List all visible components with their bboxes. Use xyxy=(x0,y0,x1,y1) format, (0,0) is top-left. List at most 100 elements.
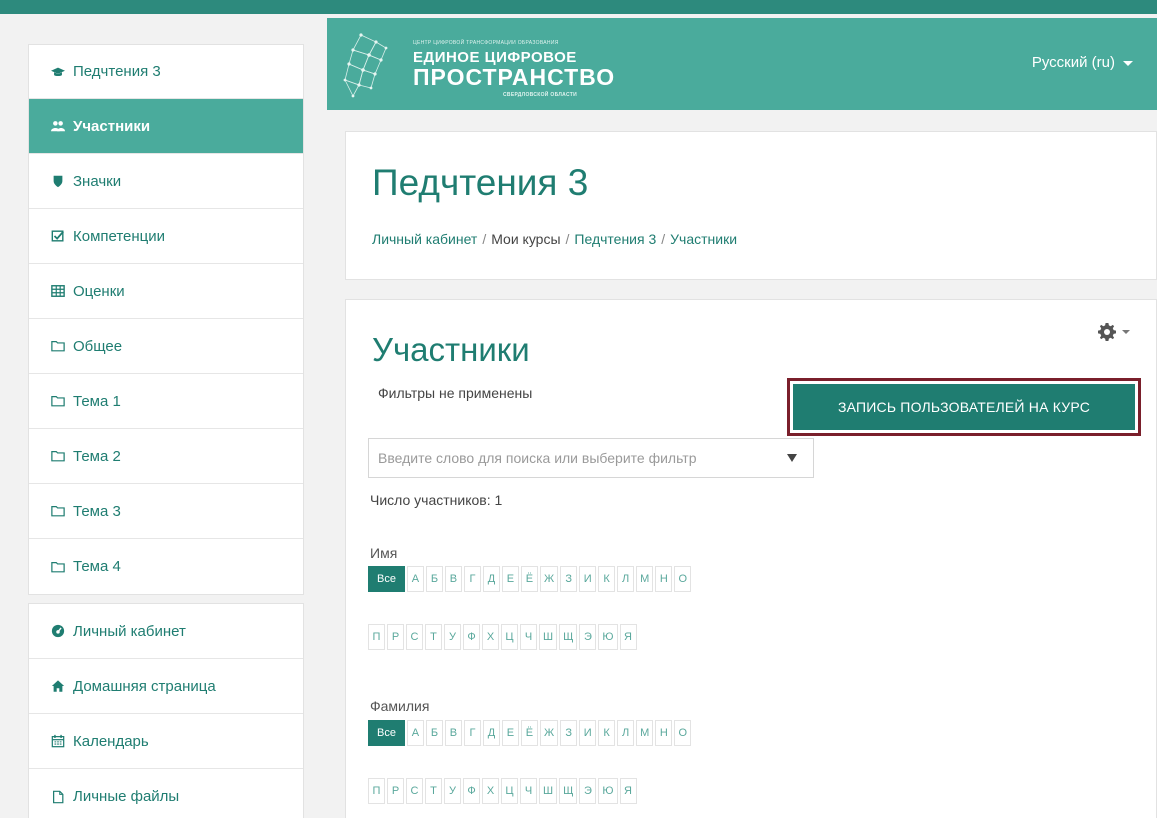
lastname-letters-row-1: Все А Б В Г Д Е Ё Ж З И К Л М Н О xyxy=(368,720,693,746)
sidebar-item-calendar[interactable]: Календарь xyxy=(29,714,303,769)
letter-filter[interactable]: М xyxy=(636,566,654,592)
settings-menu[interactable] xyxy=(1097,322,1130,342)
letter-filter[interactable]: Ё xyxy=(520,566,538,592)
letter-filter[interactable]: К xyxy=(598,566,616,592)
letter-filter[interactable]: О xyxy=(674,566,692,592)
letter-filter[interactable]: Д xyxy=(482,566,500,592)
home-icon xyxy=(51,679,65,693)
sidebar-item-participants[interactable]: Участники xyxy=(29,99,303,154)
letter-filter[interactable]: С xyxy=(406,778,423,804)
letter-filter[interactable]: Е xyxy=(501,720,519,746)
letter-filter[interactable]: М xyxy=(636,720,654,746)
sidebar-item-label: Тема 1 xyxy=(73,392,121,410)
letter-filter[interactable]: Щ xyxy=(559,624,578,650)
letter-filter[interactable]: Д xyxy=(482,720,500,746)
letter-filter[interactable]: Т xyxy=(425,778,442,804)
letter-filter[interactable]: Л xyxy=(617,566,635,592)
letter-filter-all[interactable]: Все xyxy=(368,566,405,592)
sidebar-item-course[interactable]: Педчтения 3 xyxy=(29,45,303,99)
sidebar-item-topic-1[interactable]: Тема 1 xyxy=(29,374,303,429)
participants-filter[interactable] xyxy=(368,438,814,478)
letter-filter[interactable]: Ё xyxy=(520,720,538,746)
letter-filter[interactable]: У xyxy=(444,778,461,804)
letter-filter[interactable]: Б xyxy=(425,720,443,746)
letter-filter[interactable]: Я xyxy=(619,778,637,804)
site-logo[interactable]: ЦЕНТР ЦИФРОВОЙ ТРАНСФОРМАЦИИ ОБРАЗОВАНИЯ… xyxy=(341,30,641,100)
letter-filter[interactable]: Н xyxy=(655,566,673,592)
breadcrumb-participants[interactable]: Участники xyxy=(670,231,737,247)
dropdown-arrow-icon[interactable] xyxy=(787,454,797,462)
letter-filter[interactable]: П xyxy=(368,624,385,650)
letter-filter[interactable]: Я xyxy=(619,624,637,650)
letter-filter[interactable]: З xyxy=(560,566,578,592)
letter-filter[interactable]: Т xyxy=(425,624,442,650)
letter-filter[interactable]: С xyxy=(406,624,423,650)
sidebar-item-label: Календарь xyxy=(73,732,149,750)
letter-filter[interactable]: А xyxy=(406,566,424,592)
letter-filter[interactable]: Л xyxy=(617,720,635,746)
letter-filter[interactable]: И xyxy=(579,720,597,746)
sidebar-item-dashboard[interactable]: Личный кабинет xyxy=(29,604,303,659)
breadcrumb-my-courses[interactable]: Мои курсы xyxy=(491,231,560,247)
letter-filter[interactable]: Ж xyxy=(539,720,559,746)
breadcrumb-course[interactable]: Педчтения 3 xyxy=(574,231,656,247)
letter-filter[interactable]: Б xyxy=(425,566,443,592)
folder-icon xyxy=(51,449,65,463)
sidebar-item-grades[interactable]: Оценки xyxy=(29,264,303,319)
letter-filter[interactable]: Ю xyxy=(598,778,618,804)
letter-filter[interactable]: Е xyxy=(501,566,519,592)
sidebar-item-label: Тема 4 xyxy=(73,558,121,575)
letter-filter[interactable]: Э xyxy=(579,778,597,804)
sidebar-item-topic-2[interactable]: Тема 2 xyxy=(29,429,303,484)
sidebar-item-private-files[interactable]: Личные файлы xyxy=(29,769,303,818)
course-nav: Педчтения 3 Участники Значки Компетенции… xyxy=(28,44,304,595)
letter-filter[interactable]: Р xyxy=(387,624,404,650)
letter-filter[interactable]: У xyxy=(444,624,461,650)
letter-filter[interactable]: П xyxy=(368,778,385,804)
letter-filter[interactable]: Ж xyxy=(539,566,559,592)
sidebar-item-competencies[interactable]: Компетенции xyxy=(29,209,303,264)
letter-filter[interactable]: Ш xyxy=(539,778,558,804)
letter-filter-all[interactable]: Все xyxy=(368,720,405,746)
logo-line-3: СВЕРДЛОВСКОЙ ОБЛАСТИ xyxy=(503,92,577,98)
breadcrumb-dashboard[interactable]: Личный кабинет xyxy=(372,231,477,247)
language-menu[interactable]: Русский (ru) xyxy=(1032,54,1133,71)
letter-filter[interactable]: Ш xyxy=(539,624,558,650)
letter-filter[interactable]: Ю xyxy=(598,624,618,650)
logo-small-text: ЦЕНТР ЦИФРОВОЙ ТРАНСФОРМАЦИИ ОБРАЗОВАНИЯ xyxy=(413,40,559,46)
letter-filter[interactable]: Щ xyxy=(559,778,578,804)
folder-icon xyxy=(51,394,65,408)
sidebar-item-topic-3[interactable]: Тема 3 xyxy=(29,484,303,539)
letter-filter[interactable]: И xyxy=(579,566,597,592)
letter-filter[interactable]: З xyxy=(560,720,578,746)
letter-filter[interactable]: Ч xyxy=(520,624,537,650)
letter-filter[interactable]: Х xyxy=(482,778,499,804)
letter-filter[interactable]: Г xyxy=(463,566,481,592)
letter-filter[interactable]: В xyxy=(444,566,462,592)
users-icon xyxy=(51,119,65,133)
search-input[interactable] xyxy=(369,450,789,466)
sidebar-item-general[interactable]: Общее xyxy=(29,319,303,374)
sidebar-item-label: Личные файлы xyxy=(73,788,180,805)
letter-filter[interactable]: Г xyxy=(463,720,481,746)
sidebar-item-home[interactable]: Домашняя страница xyxy=(29,659,303,714)
enrol-users-button[interactable]: ЗАПИСЬ ПОЛЬЗОВАТЕЛЕЙ НА КУРС xyxy=(793,384,1135,430)
letter-filter[interactable]: Ф xyxy=(463,778,480,804)
letter-filter[interactable]: Ф xyxy=(463,624,480,650)
letter-filter[interactable]: Н xyxy=(655,720,673,746)
letter-filter[interactable]: Ц xyxy=(501,778,518,804)
letter-filter[interactable]: Р xyxy=(387,778,404,804)
sidebar-item-label: Педчтения 3 xyxy=(73,63,161,80)
letter-filter[interactable]: А xyxy=(406,720,424,746)
sidebar-item-label: Оценки xyxy=(73,282,125,300)
letter-filter[interactable]: К xyxy=(598,720,616,746)
letter-filter[interactable]: Ц xyxy=(501,624,518,650)
letter-filter[interactable]: Ч xyxy=(520,778,537,804)
sidebar-item-badges[interactable]: Значки xyxy=(29,154,303,209)
letter-filter[interactable]: В xyxy=(444,720,462,746)
letter-filter[interactable]: Х xyxy=(482,624,499,650)
letter-filter[interactable]: Э xyxy=(579,624,597,650)
letter-filter[interactable]: О xyxy=(674,720,692,746)
sidebar-item-topic-4[interactable]: Тема 4 xyxy=(29,539,303,594)
course-header: Педчтения 3 Личный кабинет / Мои курсы / Пед… xyxy=(345,131,1157,280)
